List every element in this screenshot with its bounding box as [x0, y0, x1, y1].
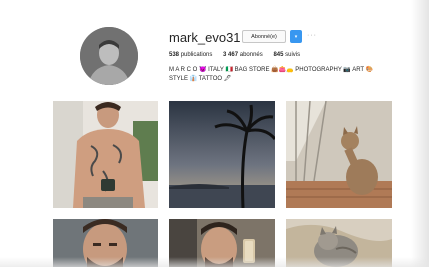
post-thumbnail[interactable] [169, 101, 275, 208]
edge-shadow [0, 257, 429, 267]
more-options-icon[interactable]: ··· [307, 32, 317, 39]
posts-count: 538 publications [169, 52, 213, 58]
profile-stats: 538 publications 3 467 abonnés 845 suivi… [169, 52, 309, 58]
username: mark_evo31 [169, 30, 241, 45]
following-button[interactable]: Abonné(e) [242, 30, 286, 43]
post-thumbnail[interactable] [53, 101, 158, 208]
chevron-down-icon[interactable]: ▾ [290, 30, 302, 43]
post-thumbnail[interactable] [286, 101, 392, 208]
following-count[interactable]: 845 suivis [273, 52, 300, 58]
avatar[interactable] [80, 27, 138, 85]
edge-shadow [411, 0, 429, 267]
followers-count[interactable]: 3 467 abonnés [223, 52, 263, 58]
bio-line: M A R C O 😈 ITALY 🇮🇹 BAG STORE 👜👛👝 PHOTO… [169, 67, 374, 73]
profile-bio: M A R C O 😈 ITALY 🇮🇹 BAG STORE 👜👛👝 PHOTO… [169, 66, 379, 84]
bio-line: STYLE 👔 TATTOO 🖋 [169, 76, 232, 82]
